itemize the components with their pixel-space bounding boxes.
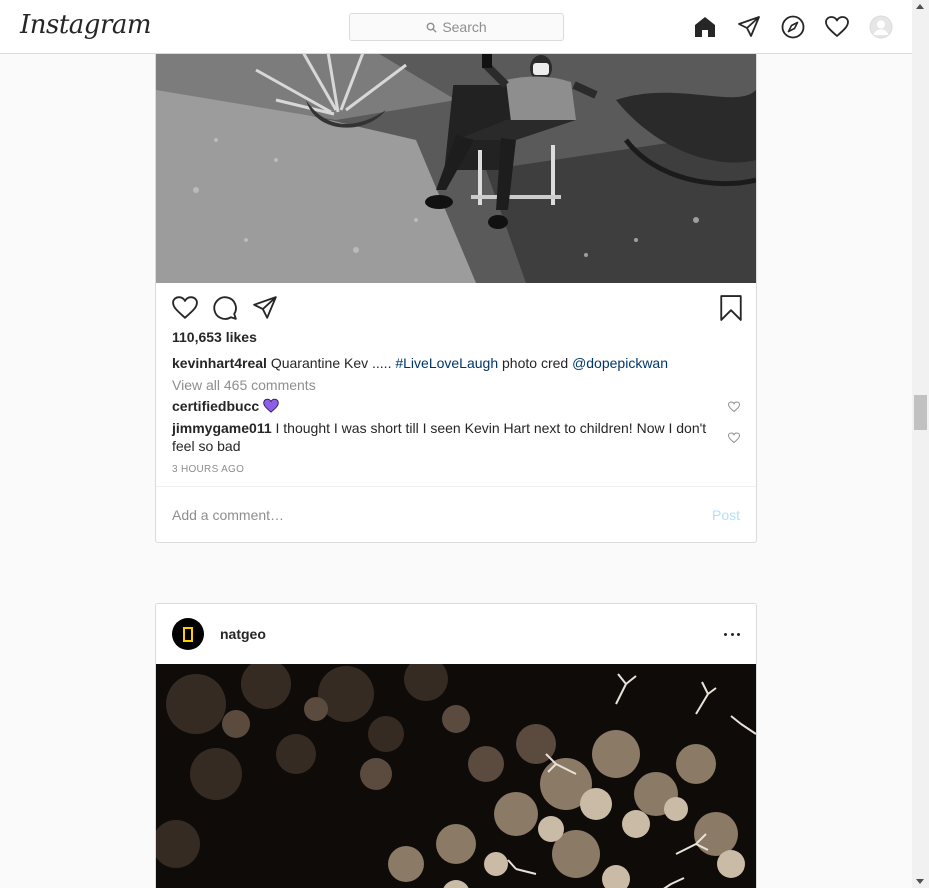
comment-username[interactable]: jimmygame011 xyxy=(172,420,272,436)
search-placeholder: Search xyxy=(442,19,487,35)
comment: certifiedbucc xyxy=(172,397,279,415)
post-caption: kevinhart4real Quarantine Kev ..... #Liv… xyxy=(172,355,742,371)
scroll-up-arrow-icon[interactable] xyxy=(916,4,924,9)
caption-text: Quarantine Kev ..... xyxy=(270,355,396,371)
comment: jimmygame011 I thought I was short till … xyxy=(172,419,712,455)
post-photo[interactable] xyxy=(156,664,756,888)
page-scrollbar[interactable] xyxy=(912,0,929,888)
post-comment-button[interactable]: Post xyxy=(712,507,740,523)
avatar[interactable] xyxy=(172,618,204,650)
purple-heart-emoji-icon xyxy=(263,398,279,413)
home-icon[interactable] xyxy=(691,13,719,41)
post-timestamp[interactable]: 3 HOURS AGO xyxy=(172,464,244,475)
top-navigation-bar: Instagram Search xyxy=(0,0,912,54)
caption-mention[interactable]: @dopepickwan xyxy=(572,355,668,371)
add-comment-bar: Add a comment… Post xyxy=(156,486,756,542)
comment-like-heart-icon[interactable] xyxy=(727,400,741,413)
activity-heart-icon[interactable] xyxy=(823,13,851,41)
share-icon[interactable] xyxy=(252,295,278,321)
caption-username[interactable]: kevinhart4real xyxy=(172,355,267,371)
instagram-logo[interactable]: Instagram xyxy=(20,10,152,40)
likes-count[interactable]: 110,653 likes xyxy=(172,329,257,345)
scrollbar-thumb[interactable] xyxy=(914,395,927,430)
caption-hashtag[interactable]: #LiveLoveLaugh xyxy=(395,355,498,371)
natgeo-logo-icon xyxy=(183,626,193,642)
scroll-down-arrow-icon[interactable] xyxy=(916,879,924,884)
caption-middle-text: photo cred xyxy=(498,355,573,371)
comment-icon[interactable] xyxy=(212,295,238,321)
like-heart-icon[interactable] xyxy=(172,295,198,321)
post-photo[interactable] xyxy=(156,40,756,283)
bookmark-icon[interactable] xyxy=(718,295,744,321)
explore-icon[interactable] xyxy=(779,13,807,41)
search-input[interactable]: Search xyxy=(349,13,564,41)
post-header: natgeo xyxy=(156,604,756,664)
comment-username[interactable]: certifiedbucc xyxy=(172,398,259,414)
direct-icon[interactable] xyxy=(735,13,763,41)
feed-post: natgeo xyxy=(155,603,757,888)
post-actions xyxy=(172,295,742,321)
comment-input[interactable]: Add a comment… xyxy=(172,507,284,523)
comment-like-heart-icon[interactable] xyxy=(727,431,741,444)
view-all-comments-link[interactable]: View all 465 comments xyxy=(172,377,316,393)
feed-post: 110,653 likes kevinhart4real Quarantine … xyxy=(155,40,757,543)
profile-avatar[interactable] xyxy=(867,13,895,41)
post-username[interactable]: natgeo xyxy=(220,626,266,642)
more-options-icon[interactable] xyxy=(724,624,740,644)
search-icon xyxy=(426,22,437,33)
